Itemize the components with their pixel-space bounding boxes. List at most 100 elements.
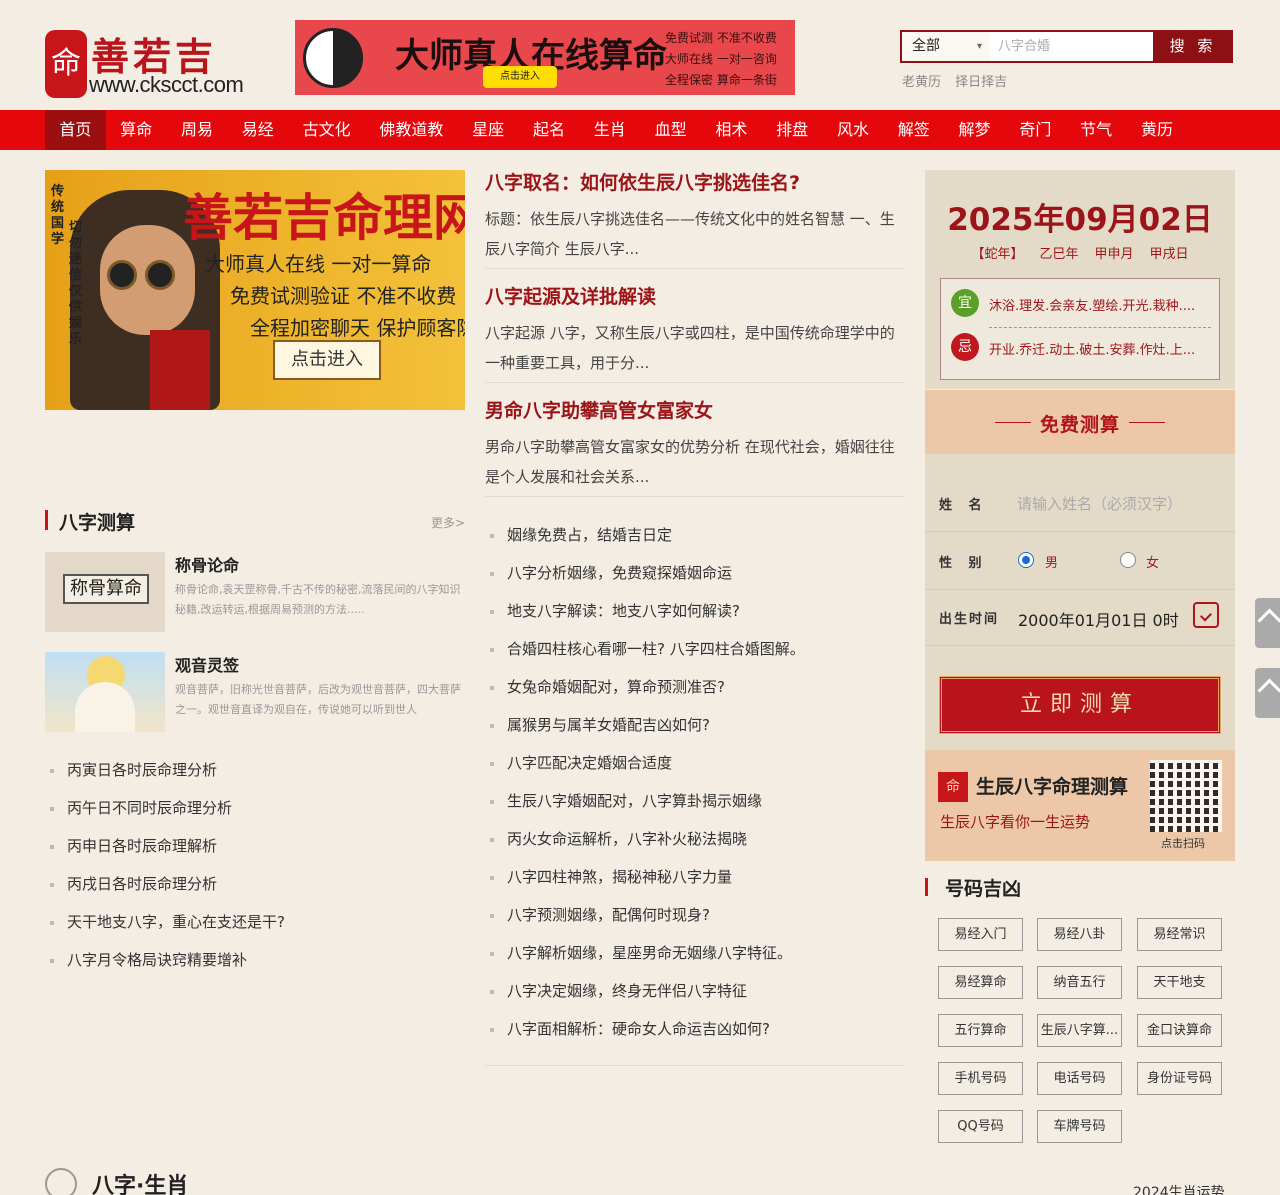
section-title: 号码吉凶: [945, 878, 1022, 900]
list-item[interactable]: 八字面相解析：硬命女人命运吉凶如何?: [485, 1010, 905, 1048]
nav-item[interactable]: 奇门: [1005, 110, 1066, 150]
male-radio[interactable]: [1018, 552, 1034, 568]
nav-item[interactable]: 黄历: [1127, 110, 1188, 150]
feature-card[interactable]: 称骨算命 称骨论命 称骨论命,袁天罡称骨,千古不传的秘密,流落民间的八字知识秘籍…: [45, 552, 465, 632]
tag-link[interactable]: 天干地支: [1137, 966, 1222, 999]
nav-item[interactable]: 排盘: [762, 110, 823, 150]
list-item[interactable]: 丙火女命运解析，八字补火秘法揭晓: [485, 820, 905, 858]
zodiac-fortune-link[interactable]: 2024生肖运势: [1133, 1182, 1225, 1195]
almanac-widget: 2025年09月02日 【蛇年】 乙巳年 甲申月 甲戌日 宜 沐浴.理发.会亲友.塑绘…: [925, 170, 1235, 389]
list-item[interactable]: 丙午日不同时辰命理分析: [45, 789, 465, 827]
back-to-top-icon[interactable]: [1255, 668, 1280, 718]
list-item[interactable]: 八字匹配决定婚姻合适度: [485, 744, 905, 782]
feature-card[interactable]: 观音灵签 观音菩萨，旧称光世音菩萨，后改为观世音菩萨，四大菩萨之一。观世音直译为…: [45, 652, 465, 732]
section-header-zodiac: 八字·生肖: [45, 1166, 465, 1195]
search-button[interactable]: 搜 索: [1153, 30, 1233, 63]
tag-link[interactable]: QQ号码: [938, 1110, 1023, 1143]
tag-link[interactable]: 电话号码: [1037, 1062, 1122, 1095]
site-logo[interactable]: 命 善若吉 www.ckscct.com: [45, 28, 244, 100]
divider: [485, 1065, 905, 1066]
more-link[interactable]: 更多>: [431, 514, 465, 531]
calendar-icon[interactable]: [1193, 602, 1219, 628]
nav-item[interactable]: 起名: [519, 110, 580, 150]
nav-item[interactable]: 周易: [167, 110, 228, 150]
tag-link[interactable]: 易经常识: [1137, 918, 1222, 951]
search-bar: 全部▾ 搜 索: [900, 30, 1233, 63]
birth-row: 出生时间 2000年01月01日 0时: [925, 590, 1235, 646]
tag-link[interactable]: 金口诀算命: [1137, 1014, 1222, 1047]
list-item[interactable]: 八字决定姻缘，终身无伴侣八字特征: [485, 972, 905, 1010]
ji-row[interactable]: 忌 开业.乔迁.动土.破土.安葬.作灶.上...: [951, 333, 1211, 363]
nav-item[interactable]: 算命: [106, 110, 167, 150]
search-input[interactable]: [998, 36, 1150, 57]
tag-link[interactable]: 车牌号码: [1037, 1110, 1122, 1143]
tag-link[interactable]: 生辰八字算...: [1037, 1014, 1122, 1047]
top-ad-banner[interactable]: 大师真人在线算命 点击进入 免费试测 不准不收费 大师在线 一对一咨询 全程保密…: [295, 20, 795, 95]
nav-item[interactable]: 相术: [701, 110, 762, 150]
gender-label: 性 别: [939, 556, 988, 571]
list-item[interactable]: 八字月令格局诀窍精要增补: [45, 941, 465, 979]
tag-link[interactable]: 手机号码: [938, 1062, 1023, 1095]
tag-link[interactable]: 身份证号码: [1137, 1062, 1222, 1095]
ganzhi-line: 【蛇年】 乙巳年 甲申月 甲戌日: [971, 247, 1189, 262]
list-item[interactable]: 合婚四柱核心看哪一柱? 八字四柱合婚图解。: [485, 630, 905, 668]
list-item[interactable]: 八字分析姻缘，免费窥探婚姻命运: [485, 554, 905, 592]
nav-item[interactable]: 古文化: [288, 110, 365, 150]
quick-link-almanac[interactable]: 老黄历: [902, 75, 941, 90]
birth-time-field[interactable]: 2000年01月01日 0时: [1018, 607, 1179, 631]
list-item[interactable]: 丙申日各时辰命理解析: [45, 827, 465, 865]
list-item[interactable]: 女兔命婚姻配对，算命预测准否?: [485, 668, 905, 706]
list-item[interactable]: 丙戌日各时辰命理分析: [45, 865, 465, 903]
search-scope-select[interactable]: 全部 ▾: [902, 32, 990, 61]
list-item[interactable]: 八字四柱神煞，揭秘神秘八字力量: [485, 858, 905, 896]
list-item[interactable]: 丙寅日各时辰命理分析: [45, 751, 465, 789]
yi-row[interactable]: 宜 沐浴.理发.会亲友.塑绘.开光.栽种....: [951, 289, 1211, 319]
nav-item-home[interactable]: 首页: [45, 110, 106, 150]
list-item[interactable]: 八字解析姻缘，星座男命无姻缘八字特征。: [485, 934, 905, 972]
submit-test-button[interactable]: 立即测算: [939, 676, 1221, 734]
card-title[interactable]: 称骨论命: [175, 552, 239, 576]
tag-link[interactable]: 五行算命: [938, 1014, 1023, 1047]
card-title[interactable]: 观音灵签: [175, 652, 239, 676]
hero-enter-button[interactable]: 点击进入: [273, 340, 381, 380]
featured-title[interactable]: 八字取名：如何依生辰八字挑选佳名?: [485, 170, 905, 196]
yin-yang-icon: [303, 28, 363, 88]
tag-link[interactable]: 易经算命: [938, 966, 1023, 999]
nav-item[interactable]: 节气: [1066, 110, 1127, 150]
featured-title[interactable]: 八字起源及详批解读: [485, 284, 905, 310]
promo-panel[interactable]: 命 生辰八字命理测算 生辰八字看你一生运势 点击扫码: [925, 750, 1235, 861]
nav-item[interactable]: 易经: [227, 110, 288, 150]
list-item[interactable]: 生辰八字婚姻配对，八字算卦揭示姻缘: [485, 782, 905, 820]
list-item[interactable]: 姻缘免费占，结婚吉日定: [485, 516, 905, 554]
qr-label: 点击扫码: [1161, 837, 1205, 850]
gender-row: 性 别 男 女: [925, 534, 1235, 590]
list-item[interactable]: 八字预测姻缘，配偶何时现身?: [485, 896, 905, 934]
tag-link[interactable]: 易经入门: [938, 918, 1023, 951]
featured-article: 八字取名：如何依生辰八字挑选佳名? 标题：依生辰八字挑选佳名——传统文化中的姓名…: [485, 170, 905, 269]
tag-link[interactable]: 易经八卦: [1037, 918, 1122, 951]
home-float-icon[interactable]: [1255, 598, 1280, 648]
qr-code-icon[interactable]: [1150, 760, 1222, 832]
nav-item[interactable]: 佛教道教: [365, 110, 458, 150]
male-label[interactable]: 男: [1045, 552, 1058, 571]
nav-item[interactable]: 生肖: [579, 110, 640, 150]
female-label[interactable]: 女: [1146, 552, 1159, 571]
tag-link[interactable]: 纳音五行: [1037, 966, 1122, 999]
list-item[interactable]: 天干地支八字，重心在支还是干?: [45, 903, 465, 941]
ji-text: 开业.乔迁.动土.破土.安葬.作灶.上...: [989, 343, 1196, 358]
hero-banner[interactable]: 传统国学 切勿迷信 仅供娱乐 善若吉命理网 大师真人在线 一对一算命 免费试测验…: [45, 170, 465, 410]
nav-item[interactable]: 解签: [883, 110, 944, 150]
banner-enter-button[interactable]: 点击进入: [483, 66, 557, 88]
featured-title[interactable]: 男命八字助攀高管女富家女: [485, 398, 905, 424]
nav-item[interactable]: 血型: [640, 110, 701, 150]
nav-item[interactable]: 星座: [458, 110, 519, 150]
fate-icon: 命: [938, 772, 968, 802]
list-item[interactable]: 属猴男与属羊女婚配吉凶如何?: [485, 706, 905, 744]
quick-link-date-select[interactable]: 择日择吉: [955, 75, 1007, 90]
nav-item[interactable]: 解梦: [944, 110, 1005, 150]
list-item[interactable]: 地支八字解读：地支八字如何解读?: [485, 592, 905, 630]
card-desc: 称骨论命,袁天罡称骨,千古不传的秘密,流落民间的八字知识秘籍,改运转运,根据周易…: [175, 583, 461, 616]
female-radio[interactable]: [1120, 552, 1136, 568]
name-input[interactable]: [1017, 493, 1217, 515]
nav-item[interactable]: 风水: [823, 110, 884, 150]
